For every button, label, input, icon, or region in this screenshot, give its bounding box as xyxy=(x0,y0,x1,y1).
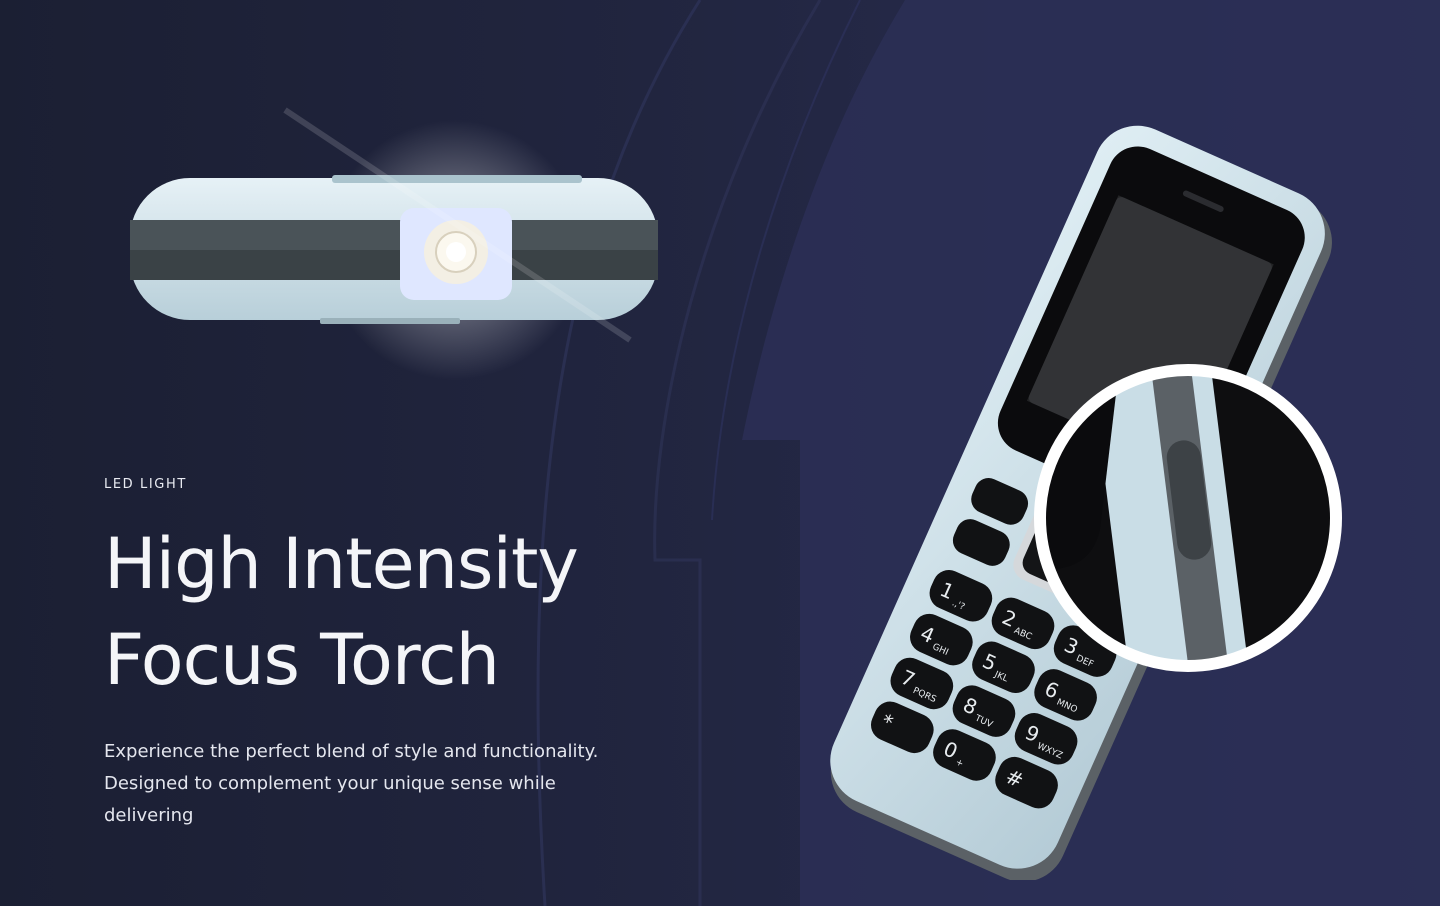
headline-line-1: High Intensity xyxy=(104,523,579,605)
feature-phone-image: itel xyxy=(830,125,1342,880)
section-eyebrow: LED LIGHT xyxy=(104,477,187,492)
headline-line-2: Focus Torch xyxy=(104,619,500,701)
section-description: Experience the perfect blend of style an… xyxy=(104,741,599,826)
feature-copy: LED LIGHT High Intensity Focus Torch Exp… xyxy=(104,476,664,832)
torch-phone-top-view xyxy=(130,107,658,380)
section-headline: High Intensity Focus Torch xyxy=(104,516,664,708)
led-light-feature-section: LED LIGHT High Intensity Focus Torch Exp… xyxy=(0,0,1440,906)
